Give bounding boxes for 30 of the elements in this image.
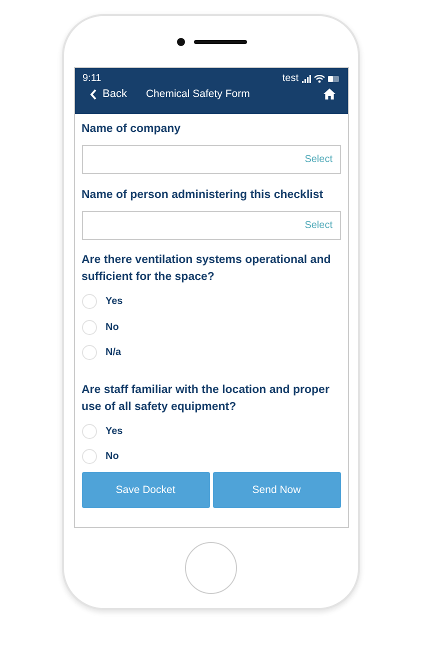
option-label: Yes [106,296,123,308]
radio-button[interactable] [82,294,96,310]
option-label: N/a [106,347,122,358]
question-text: Are staff familiar with the location and proper use of all safety equipment? [82,382,330,414]
radio-button[interactable] [82,320,96,335]
speaker-icon [194,40,247,44]
camera-icon [177,38,185,46]
radio-button[interactable] [82,345,96,360]
field-label: Name of person administering this checklist [82,188,324,203]
signal-icon [302,74,310,82]
question-text: Are there ventilation systems operational and sufficient for the space? [82,253,332,285]
field-label: Name of company [82,122,182,137]
option-label: No [106,451,119,462]
status-time: 9:11 [82,73,102,84]
option-label: No [106,322,119,333]
action-button[interactable]: Send Now [212,472,340,508]
select-field[interactable]: Select [82,211,340,240]
back-button[interactable]: Back [82,88,127,100]
battery-icon [328,76,340,82]
option-label: Yes [106,426,123,437]
action-button[interactable]: Save Docket [82,472,210,508]
wifi-icon [314,74,324,82]
home-icon[interactable] [322,88,336,100]
home-button[interactable] [185,542,237,594]
chevron-left-icon [90,88,96,100]
select-field[interactable]: Select [82,145,340,174]
radio-button[interactable] [82,449,96,464]
radio-button[interactable] [82,424,96,439]
carrier-name: test [282,73,298,84]
screen-title: Chemical Safety Form [146,88,251,100]
